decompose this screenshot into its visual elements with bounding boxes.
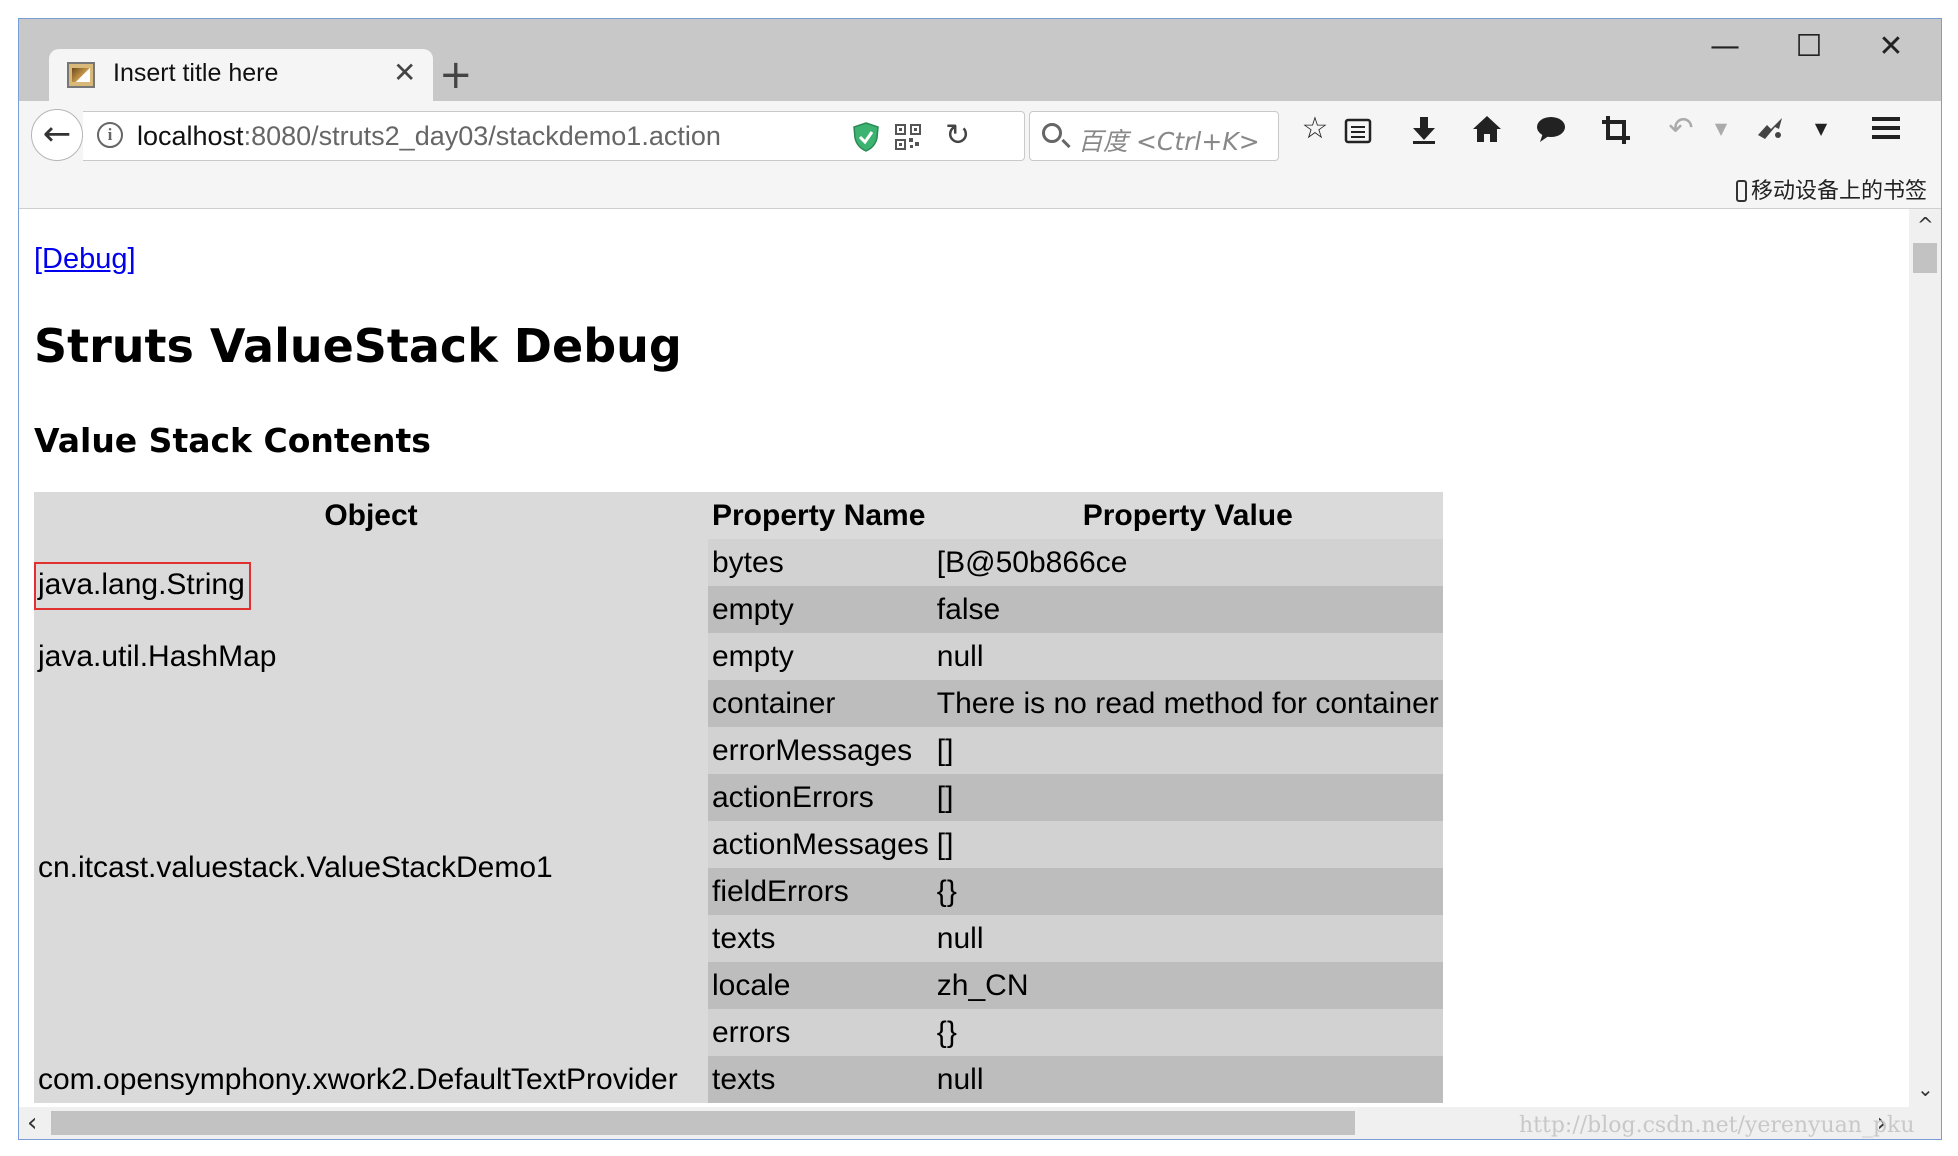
tab-close-icon[interactable]: ✕ — [393, 57, 416, 89]
property-value-cell: {} — [932, 868, 1443, 915]
search-icon — [1042, 123, 1062, 143]
tab-strip: Insert title here ✕ + — ☐ ✕ — [19, 19, 1941, 101]
object-cell: com.opensymphony.xwork2.DefaultTextProvi… — [34, 1056, 708, 1103]
undo-icon[interactable]: ↶ — [1659, 107, 1703, 151]
maximize-button[interactable]: ☐ — [1779, 27, 1839, 67]
page-title: Struts ValueStack Debug — [34, 319, 682, 373]
reload-icon[interactable]: ↻ — [945, 118, 970, 154]
browser-window: Insert title here ✕ + — ☐ ✕ ← i localhos… — [18, 18, 1942, 1140]
reading-list-icon[interactable] — [1343, 115, 1373, 145]
menu-icon[interactable] — [1871, 115, 1901, 141]
table-row: com.opensymphony.xwork2.DefaultTextProvi… — [34, 1056, 1443, 1103]
object-cell: java.util.HashMap — [34, 633, 708, 680]
bookmark-star-icon[interactable]: ☆ — [1293, 107, 1337, 151]
undo-dropdown-icon[interactable]: ▼ — [1699, 107, 1743, 151]
phone-icon — [1735, 180, 1747, 202]
object-cell: java.lang.String — [34, 539, 708, 633]
property-name-cell: empty — [708, 586, 933, 633]
info-icon[interactable]: i — [97, 122, 123, 148]
mobile-bookmarks-link[interactable]: 移动设备上的书签 — [1735, 173, 1927, 205]
property-name-cell: locale — [708, 962, 933, 1009]
header-object: Object — [34, 492, 708, 539]
property-name-cell: container — [708, 680, 933, 727]
table-row: java.util.HashMap empty null — [34, 633, 1443, 680]
highlighted-object: java.lang.String — [34, 562, 251, 610]
property-name-cell: texts — [708, 915, 933, 962]
tab-title: Insert title here — [113, 59, 279, 87]
qr-code-icon[interactable] — [895, 124, 921, 150]
mobile-bookmarks-label: 移动设备上的书签 — [1750, 179, 1927, 204]
property-name-cell: empty — [708, 633, 933, 680]
minimize-button[interactable]: — — [1695, 27, 1755, 67]
property-name-cell: texts — [708, 1056, 933, 1103]
url-path: :8080/struts2_day03/stackdemo1.action — [243, 121, 721, 151]
home-icon[interactable] — [1471, 113, 1503, 145]
property-value-cell: [B@50b866ce — [932, 539, 1443, 586]
header-property-value: Property Value — [932, 492, 1443, 539]
navigation-bar: ← i localhost:8080/struts2_day03/stackde… — [19, 101, 1941, 169]
property-name-cell: bytes — [708, 539, 933, 586]
download-icon[interactable] — [1409, 115, 1439, 145]
object-cell: cn.itcast.valuestack.ValueStackDemo1 — [34, 680, 708, 1056]
url-text[interactable]: localhost:8080/struts2_day03/stackdemo1.… — [137, 121, 721, 152]
section-title: Value Stack Contents — [34, 421, 431, 460]
property-value-cell: [] — [932, 821, 1443, 868]
watermark: http://blog.csdn.net/yerenyuan_pku — [1519, 1113, 1915, 1138]
property-value-cell: false — [932, 586, 1443, 633]
property-name-cell: errorMessages — [708, 727, 933, 774]
new-tab-button[interactable]: + — [439, 51, 473, 99]
property-value-cell: null — [932, 1056, 1443, 1103]
favicon-icon — [67, 62, 95, 88]
table-row: java.lang.String bytes [B@50b866ce — [34, 539, 1443, 633]
property-value-cell: null — [932, 633, 1443, 680]
property-name-cell: actionMessages — [708, 821, 933, 868]
vertical-scrollbar[interactable]: ^ ⌄ — [1909, 209, 1941, 1107]
tab-active[interactable]: Insert title here ✕ — [49, 49, 433, 101]
search-bar[interactable]: 百度 <Ctrl+K> — [1029, 111, 1279, 161]
url-bar[interactable]: i localhost:8080/struts2_day03/stackdemo… — [83, 111, 1025, 161]
close-window-button[interactable]: ✕ — [1861, 27, 1921, 67]
property-value-cell: There is no read method for container — [932, 680, 1443, 727]
debug-link[interactable]: [Debug] — [34, 243, 136, 276]
property-name-cell: errors — [708, 1009, 933, 1056]
table-row: cn.itcast.valuestack.ValueStackDemo1 con… — [34, 680, 1443, 1056]
shield-icon[interactable] — [853, 122, 879, 152]
header-property-name: Property Name — [708, 492, 933, 539]
property-name-cell: actionErrors — [708, 774, 933, 821]
crop-icon[interactable] — [1601, 115, 1631, 145]
page-viewport: [Debug] Struts ValueStack Debug Value St… — [19, 209, 1909, 1107]
scroll-up-icon[interactable]: ^ — [1917, 215, 1934, 235]
extension-icon[interactable] — [1755, 115, 1785, 143]
property-value-cell: zh_CN — [932, 962, 1443, 1009]
search-input[interactable]: 百度 <Ctrl+K> — [1078, 122, 1260, 158]
chat-icon[interactable] — [1535, 115, 1567, 143]
property-value-cell: {} — [932, 1009, 1443, 1056]
value-stack-table: Object Property Name Property Value java… — [34, 492, 1443, 1103]
property-value-cell: [] — [932, 727, 1443, 774]
horizontal-scroll-thumb[interactable] — [51, 1111, 1355, 1135]
bookmarks-bar: 移动设备上的书签 — [19, 169, 1941, 209]
property-value-cell: null — [932, 915, 1443, 962]
back-arrow-icon[interactable]: ← — [31, 109, 83, 161]
property-value-cell: [] — [932, 774, 1443, 821]
extension-dropdown-icon[interactable]: ▼ — [1799, 107, 1843, 151]
vertical-scroll-thumb[interactable] — [1913, 243, 1937, 273]
scroll-left-icon[interactable]: ‹ — [27, 1109, 37, 1137]
scroll-down-icon[interactable]: ⌄ — [1917, 1079, 1934, 1099]
url-host: localhost — [137, 121, 244, 151]
property-name-cell: fieldErrors — [708, 868, 933, 915]
